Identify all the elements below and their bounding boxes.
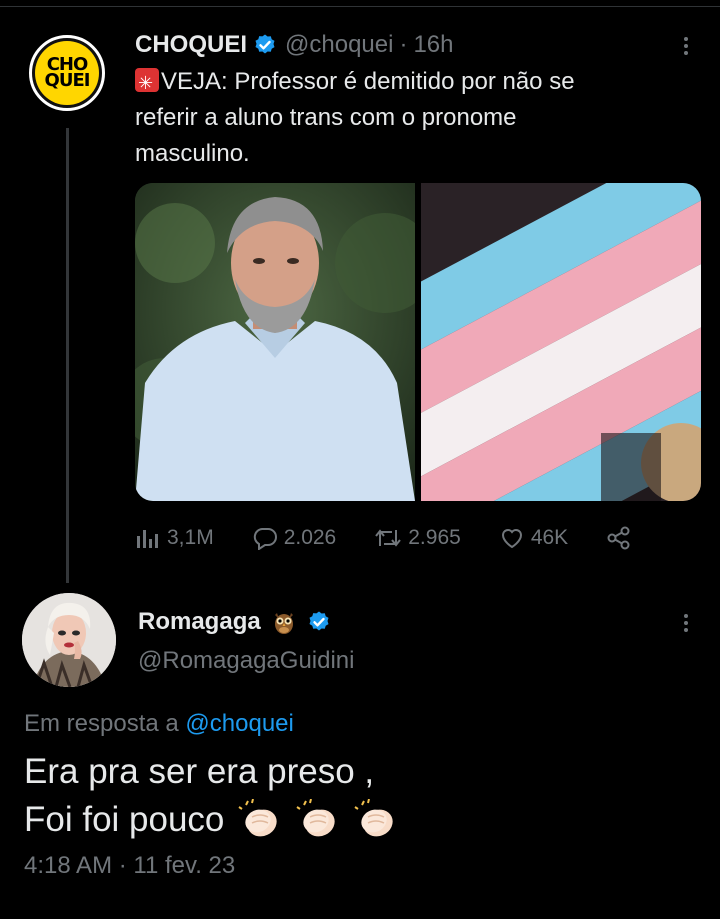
tweet2-text: Era pra ser era preso , Foi foi pouco xyxy=(24,748,398,844)
share-stat[interactable] xyxy=(606,525,638,551)
analytics-icon xyxy=(137,530,158,548)
reply-prefix: Em resposta a xyxy=(24,710,179,737)
professor-photo[interactable] xyxy=(135,183,415,501)
retweet-stat[interactable]: 2.965 xyxy=(374,526,461,550)
like-stat[interactable]: 46K xyxy=(499,526,568,550)
tweet2-timestamp[interactable]: 4:18 AM · 11 fev. 23 xyxy=(24,852,235,880)
reply-count: 2.026 xyxy=(283,526,337,549)
tweet1-handle[interactable]: @choquei xyxy=(285,31,393,59)
retweet-icon xyxy=(375,529,402,547)
reply-handle-link[interactable]: @choquei xyxy=(185,710,293,737)
header-separator: · xyxy=(399,31,408,58)
clapping-hands-icon xyxy=(296,799,335,837)
tweet2-handle[interactable]: @RomagagaGuidini xyxy=(138,647,354,675)
verified-badge-icon xyxy=(255,34,275,54)
tweet1-media[interactable] xyxy=(135,183,701,501)
tweet2-author-name[interactable]: Romagaga xyxy=(138,608,261,636)
reply-context: Em resposta a @choquei xyxy=(24,710,294,738)
tweet1-text: VEJA: Professor é demitido por não se re… xyxy=(135,64,695,172)
top-divider xyxy=(0,0,720,7)
tweet2-header: Romagaga xyxy=(138,605,331,639)
choquei-logo: CHO QUEI xyxy=(35,41,99,105)
clapping-hands-icon xyxy=(354,799,393,837)
views-stat[interactable]: 3,1M xyxy=(135,526,214,550)
share-icon xyxy=(607,526,630,550)
reply-icon xyxy=(253,528,277,550)
tweet1-author-name[interactable]: CHOQUEI xyxy=(135,31,247,59)
like-count: 46K xyxy=(530,526,569,549)
more-options-icon[interactable] xyxy=(681,611,691,635)
tweet1-engagement-bar: 3,1M 2.026 2.965 46K xyxy=(135,522,655,554)
choquei-avatar[interactable]: CHO QUEI xyxy=(24,30,110,116)
owl-icon xyxy=(274,613,293,634)
tweet1-header: CHOQUEI @choquei · 16h xyxy=(135,30,454,60)
heart-icon xyxy=(501,529,522,549)
clapping-hands-icon xyxy=(238,799,277,837)
views-count: 3,1M xyxy=(167,526,214,549)
reply-stat[interactable]: 2.026 xyxy=(252,526,337,550)
tweet1-time[interactable]: 16h xyxy=(413,31,453,59)
police-light-icon xyxy=(135,65,159,101)
verified-badge-icon xyxy=(309,611,329,631)
trans-flag-photo[interactable] xyxy=(421,183,701,501)
more-options-icon[interactable] xyxy=(681,34,691,58)
romagaga-avatar[interactable] xyxy=(22,593,116,687)
thread-connector-line xyxy=(66,128,69,583)
retweet-count: 2.965 xyxy=(408,526,461,549)
